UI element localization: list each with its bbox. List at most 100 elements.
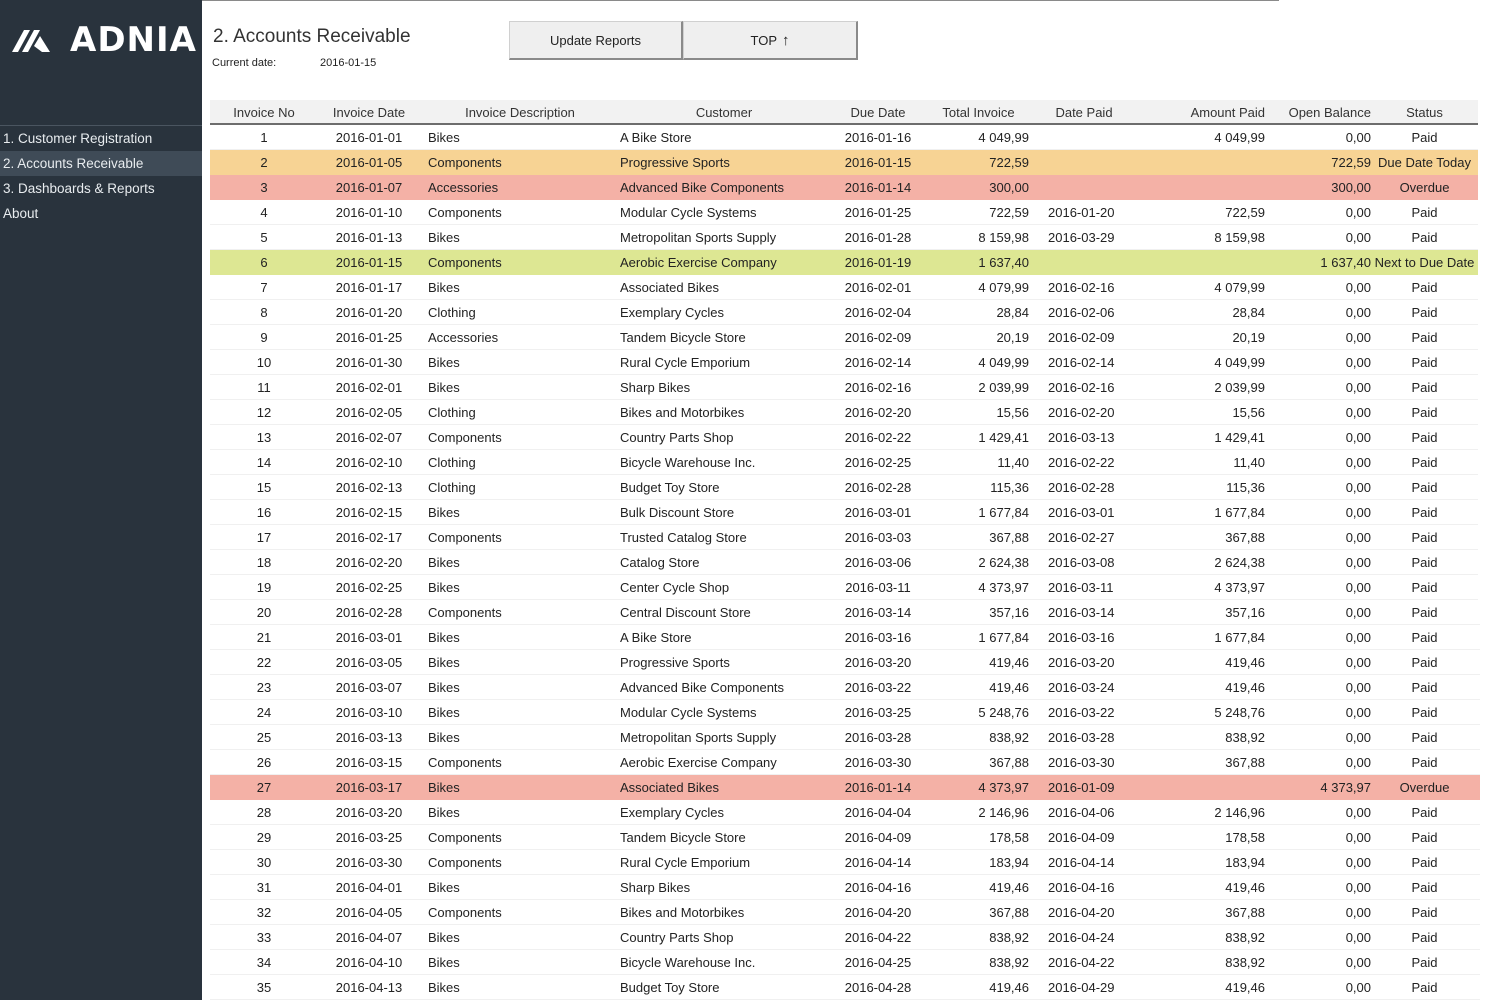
open-balance-cell[interactable]: 0,00	[1265, 930, 1371, 945]
invoice-description-cell[interactable]: Bikes	[420, 780, 620, 795]
due-date-cell[interactable]: 2016-01-15	[828, 155, 928, 170]
status-cell[interactable]: Overdue	[1371, 780, 1478, 795]
customer-cell[interactable]: Modular Cycle Systems	[620, 205, 828, 220]
total-invoice-cell[interactable]: 1 677,84	[928, 505, 1029, 520]
invoice-date-cell[interactable]: 2016-02-01	[318, 380, 420, 395]
table-row[interactable]: 28 2016-03-20 Bikes Exemplary Cycles 2016-04…	[210, 800, 1480, 825]
due-date-cell[interactable]: 2016-02-28	[828, 480, 928, 495]
invoice-description-cell[interactable]: Components	[420, 855, 620, 870]
due-date-cell[interactable]: 2016-03-25	[828, 705, 928, 720]
due-date-cell[interactable]: 2016-01-16	[828, 130, 928, 145]
status-cell[interactable]: Next to Due Date	[1371, 255, 1478, 270]
status-cell[interactable]: Paid	[1371, 305, 1478, 320]
customer-cell[interactable]: Advanced Bike Components	[620, 680, 828, 695]
customer-cell[interactable]: Exemplary Cycles	[620, 305, 828, 320]
amount-paid-cell[interactable]: 4 079,99	[1139, 280, 1265, 295]
amount-paid-cell[interactable]: 2 146,96	[1139, 805, 1265, 820]
total-invoice-cell[interactable]: 11,40	[928, 455, 1029, 470]
customer-cell[interactable]: Sharp Bikes	[620, 380, 828, 395]
open-balance-cell[interactable]: 0,00	[1265, 880, 1371, 895]
sidebar-item-accounts-receivable[interactable]: 2. Accounts Receivable	[0, 151, 202, 176]
status-cell[interactable]: Paid	[1371, 580, 1478, 595]
due-date-cell[interactable]: 2016-03-28	[828, 730, 928, 745]
amount-paid-cell[interactable]: 183,94	[1139, 855, 1265, 870]
customer-cell[interactable]: Associated Bikes	[620, 780, 828, 795]
total-invoice-cell[interactable]: 20,19	[928, 330, 1029, 345]
invoice-description-cell[interactable]: Bikes	[420, 955, 620, 970]
amount-paid-cell[interactable]: 357,16	[1139, 605, 1265, 620]
due-date-cell[interactable]: 2016-03-16	[828, 630, 928, 645]
invoice-no-cell[interactable]: 34	[210, 955, 318, 970]
open-balance-cell[interactable]: 0,00	[1265, 405, 1371, 420]
invoice-date-cell[interactable]: 2016-01-07	[318, 180, 420, 195]
amount-paid-cell[interactable]: 4 049,99	[1139, 355, 1265, 370]
table-row[interactable]: 9 2016-01-25 Accessories Tandem Bicycle Sto…	[210, 325, 1478, 350]
total-invoice-cell[interactable]: 838,92	[928, 930, 1029, 945]
date-paid-cell[interactable]: 2016-03-30	[1029, 755, 1139, 770]
invoice-description-cell[interactable]: Clothing	[420, 455, 620, 470]
status-cell[interactable]: Paid	[1371, 280, 1478, 295]
date-paid-cell[interactable]: 2016-03-22	[1029, 705, 1139, 720]
customer-cell[interactable]: A Bike Store	[620, 630, 828, 645]
invoice-no-cell[interactable]: 24	[210, 705, 318, 720]
total-invoice-cell[interactable]: 419,46	[928, 655, 1029, 670]
invoice-no-cell[interactable]: 14	[210, 455, 318, 470]
table-row[interactable]: 32 2016-04-05 Components Bikes and Motorbik…	[210, 900, 1480, 925]
invoice-no-cell[interactable]: 4	[210, 205, 318, 220]
invoice-no-cell[interactable]: 23	[210, 680, 318, 695]
invoice-no-cell[interactable]: 1	[210, 130, 318, 145]
invoice-date-cell[interactable]: 2016-01-13	[318, 230, 420, 245]
open-balance-cell[interactable]: 0,00	[1265, 555, 1371, 570]
amount-paid-cell[interactable]: 722,59	[1139, 205, 1265, 220]
customer-cell[interactable]: Aerobic Exercise Company	[620, 255, 828, 270]
amount-paid-cell[interactable]: 367,88	[1139, 530, 1265, 545]
amount-paid-cell[interactable]: 1 677,84	[1139, 630, 1265, 645]
open-balance-cell[interactable]: 0,00	[1265, 455, 1371, 470]
invoice-date-cell[interactable]: 2016-03-13	[318, 730, 420, 745]
invoice-date-cell[interactable]: 2016-02-20	[318, 555, 420, 570]
invoice-description-cell[interactable]: Components	[420, 905, 620, 920]
invoice-description-cell[interactable]: Clothing	[420, 305, 620, 320]
invoice-description-cell[interactable]: Bikes	[420, 880, 620, 895]
date-paid-cell[interactable]: 2016-03-20	[1029, 655, 1139, 670]
invoice-no-cell[interactable]: 8	[210, 305, 318, 320]
invoice-description-cell[interactable]: Bikes	[420, 380, 620, 395]
invoice-date-cell[interactable]: 2016-01-20	[318, 305, 420, 320]
column-header-status[interactable]: Status	[1371, 105, 1478, 120]
table-row[interactable]: 18 2016-02-20 Bikes Catalog Store 2016-03-06…	[210, 550, 1478, 575]
invoice-no-cell[interactable]: 30	[210, 855, 318, 870]
invoice-no-cell[interactable]: 3	[210, 180, 318, 195]
amount-paid-cell[interactable]: 1 429,41	[1139, 430, 1265, 445]
open-balance-cell[interactable]: 0,00	[1265, 505, 1371, 520]
amount-paid-cell[interactable]: 367,88	[1139, 755, 1265, 770]
customer-cell[interactable]: A Bike Store	[620, 130, 828, 145]
invoice-description-cell[interactable]: Bikes	[420, 230, 620, 245]
table-row[interactable]: 16 2016-02-15 Bikes Bulk Discount Store 2016…	[210, 500, 1478, 525]
due-date-cell[interactable]: 2016-04-28	[828, 980, 928, 995]
open-balance-cell[interactable]: 0,00	[1265, 955, 1371, 970]
due-date-cell[interactable]: 2016-03-06	[828, 555, 928, 570]
amount-paid-cell[interactable]: 5 248,76	[1139, 705, 1265, 720]
status-cell[interactable]: Paid	[1371, 405, 1478, 420]
date-paid-cell[interactable]: 2016-02-20	[1029, 405, 1139, 420]
date-paid-cell[interactable]: 2016-02-06	[1029, 305, 1139, 320]
open-balance-cell[interactable]: 0,00	[1265, 630, 1371, 645]
amount-paid-cell[interactable]: 419,46	[1139, 655, 1265, 670]
amount-paid-cell[interactable]: 11,40	[1139, 455, 1265, 470]
invoice-no-cell[interactable]: 16	[210, 505, 318, 520]
invoice-date-cell[interactable]: 2016-04-05	[318, 905, 420, 920]
invoice-no-cell[interactable]: 13	[210, 430, 318, 445]
invoice-date-cell[interactable]: 2016-01-10	[318, 205, 420, 220]
status-cell[interactable]: Paid	[1371, 505, 1478, 520]
date-paid-cell[interactable]: 2016-02-09	[1029, 330, 1139, 345]
invoice-no-cell[interactable]: 29	[210, 830, 318, 845]
status-cell[interactable]: Paid	[1371, 355, 1478, 370]
status-cell[interactable]: Paid	[1371, 955, 1478, 970]
amount-paid-cell[interactable]: 367,88	[1139, 905, 1265, 920]
invoice-date-cell[interactable]: 2016-02-05	[318, 405, 420, 420]
invoice-date-cell[interactable]: 2016-01-17	[318, 280, 420, 295]
status-cell[interactable]: Paid	[1371, 480, 1478, 495]
open-balance-cell[interactable]: 0,00	[1265, 530, 1371, 545]
total-invoice-cell[interactable]: 5 248,76	[928, 705, 1029, 720]
total-invoice-cell[interactable]: 28,84	[928, 305, 1029, 320]
